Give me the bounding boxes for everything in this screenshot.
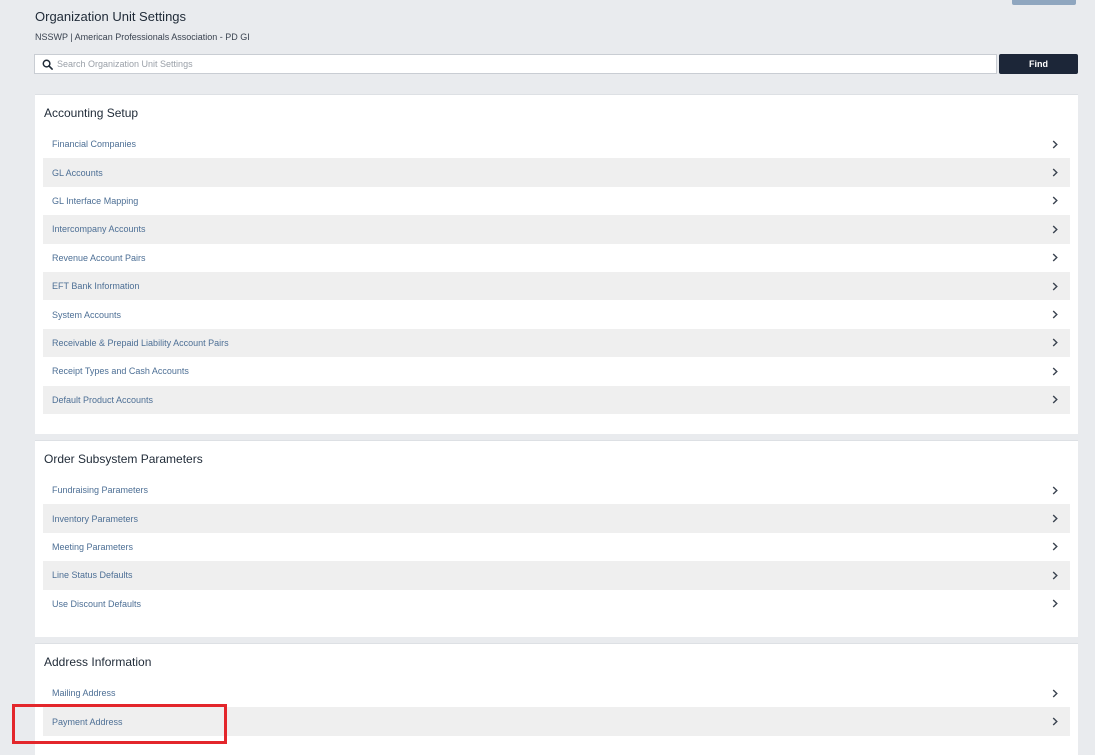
- list-item-default-product-accounts[interactable]: Default Product Accounts: [43, 385, 1070, 414]
- list-item-label: Inventory Parameters: [52, 513, 139, 524]
- list-item-revenue-account-pairs[interactable]: Revenue Account Pairs: [43, 244, 1070, 272]
- section-address-information: Address Information Mailing Address Paym…: [35, 643, 1078, 755]
- chevron-right-icon: [1050, 395, 1060, 405]
- chevron-right-icon: [1050, 224, 1060, 234]
- list-item-label: Mailing Address: [52, 688, 116, 699]
- top-accent-bar: [1012, 0, 1076, 5]
- settings-list: Financial Companies GL Accounts GL Inter…: [43, 130, 1070, 414]
- search-bar: [34, 54, 997, 74]
- section-title: Address Information: [44, 655, 152, 669]
- section-accounting-setup: Accounting Setup Financial Companies GL …: [35, 94, 1078, 434]
- search-input[interactable]: [55, 55, 996, 73]
- list-item-label: Revenue Account Pairs: [52, 252, 146, 263]
- list-item-eft-bank-information[interactable]: EFT Bank Information: [43, 271, 1070, 301]
- list-item-label: Fundraising Parameters: [52, 485, 149, 496]
- list-item-label: Intercompany Accounts: [52, 224, 146, 235]
- page-header: Organization Unit Settings NSSWP | Ameri…: [35, 7, 250, 43]
- settings-list: Mailing Address Payment Address: [43, 679, 1070, 736]
- section-title: Order Subsystem Parameters: [44, 452, 203, 466]
- chevron-right-icon: [1050, 310, 1060, 320]
- list-item-label: Financial Companies: [52, 139, 137, 150]
- page-subtitle: NSSWP | American Professionals Associati…: [35, 32, 250, 42]
- chevron-right-icon: [1050, 599, 1060, 609]
- list-item-label: Default Product Accounts: [52, 394, 154, 405]
- list-item-label: Line Status Defaults: [52, 570, 133, 581]
- list-item-inventory-parameters[interactable]: Inventory Parameters: [43, 504, 1070, 533]
- find-button[interactable]: Find: [999, 54, 1078, 74]
- chevron-right-icon: [1050, 485, 1060, 495]
- search-icon: [39, 56, 55, 72]
- list-item-label: Payment Address: [52, 716, 123, 727]
- list-item-use-discount-defaults[interactable]: Use Discount Defaults: [43, 590, 1070, 618]
- list-item-meeting-parameters[interactable]: Meeting Parameters: [43, 533, 1070, 561]
- list-item-intercompany-accounts[interactable]: Intercompany Accounts: [43, 215, 1070, 244]
- list-item-receivable-prepaid-liability-account-pairs[interactable]: Receivable & Prepaid Liability Account P…: [43, 328, 1070, 358]
- list-item-label: System Accounts: [52, 309, 122, 320]
- chevron-right-icon: [1050, 253, 1060, 263]
- chevron-right-icon: [1050, 281, 1060, 291]
- list-item-gl-interface-mapping[interactable]: GL Interface Mapping: [43, 187, 1070, 215]
- list-item-fundraising-parameters[interactable]: Fundraising Parameters: [43, 476, 1070, 504]
- chevron-right-icon: [1050, 338, 1060, 348]
- chevron-right-icon: [1050, 139, 1060, 149]
- chevron-right-icon: [1050, 366, 1060, 376]
- list-item-financial-companies[interactable]: Financial Companies: [43, 130, 1070, 158]
- list-item-receipt-types-and-cash-accounts[interactable]: Receipt Types and Cash Accounts: [43, 357, 1070, 385]
- chevron-right-icon: [1050, 570, 1060, 580]
- list-item-label: Use Discount Defaults: [52, 598, 142, 609]
- chevron-right-icon: [1050, 542, 1060, 552]
- chevron-right-icon: [1050, 514, 1060, 524]
- list-item-label: GL Accounts: [52, 167, 103, 178]
- page-title: Organization Unit Settings: [35, 9, 187, 24]
- list-item-label: Meeting Parameters: [52, 541, 134, 552]
- section-order-subsystem-parameters: Order Subsystem Parameters Fundraising P…: [35, 440, 1078, 637]
- list-item-gl-accounts[interactable]: GL Accounts: [43, 158, 1070, 187]
- list-item-label: GL Interface Mapping: [52, 195, 139, 206]
- chevron-right-icon: [1050, 688, 1060, 698]
- settings-list: Fundraising Parameters Inventory Paramet…: [43, 476, 1070, 618]
- list-item-label: Receivable & Prepaid Liability Account P…: [52, 337, 229, 348]
- list-item-label: EFT Bank Information: [52, 281, 140, 292]
- chevron-right-icon: [1050, 168, 1060, 178]
- section-title: Accounting Setup: [44, 106, 139, 120]
- list-item-mailing-address[interactable]: Mailing Address: [43, 679, 1070, 707]
- chevron-right-icon: [1050, 717, 1060, 727]
- list-item-label: Receipt Types and Cash Accounts: [52, 366, 189, 377]
- list-item-system-accounts[interactable]: System Accounts: [43, 300, 1070, 328]
- list-item-payment-address[interactable]: Payment Address: [43, 707, 1070, 736]
- chevron-right-icon: [1050, 196, 1060, 206]
- list-item-line-status-defaults[interactable]: Line Status Defaults: [43, 561, 1070, 590]
